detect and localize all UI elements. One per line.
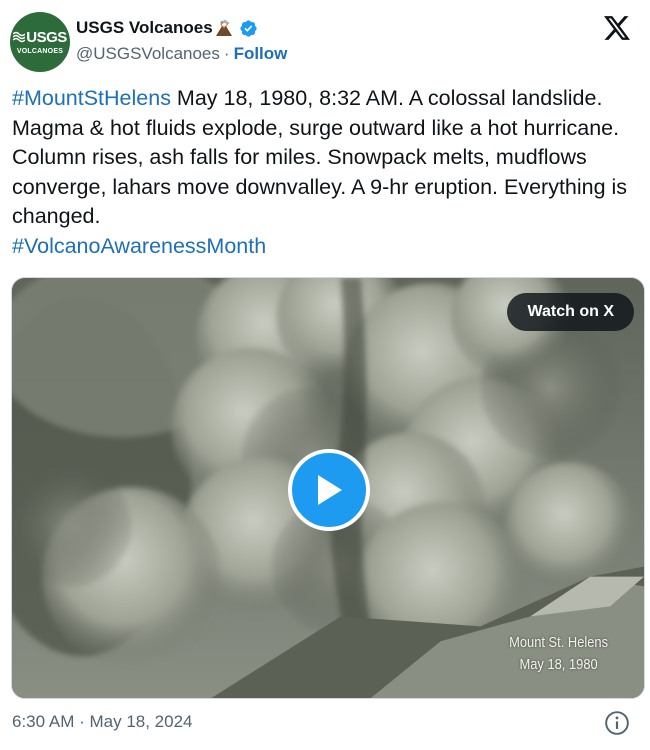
author-handle[interactable]: @USGSVolcanoes xyxy=(76,44,220,64)
tweet-text: #MountStHelens May 18, 1980, 8:32 AM. A … xyxy=(12,84,640,261)
tweet-timestamp[interactable]: 6:30 AM · May 18, 2024 xyxy=(12,712,193,732)
volcano-icon xyxy=(215,19,232,36)
video-caption: Mount St. Helens May 18, 1980 xyxy=(509,632,608,676)
separator-dot: · xyxy=(223,44,230,63)
caption-location: Mount St. Helens xyxy=(509,634,608,651)
watch-on-x-button[interactable]: Watch on X xyxy=(507,293,634,331)
caption-date: May 18, 1980 xyxy=(519,656,598,673)
avatar-logo-subtext: VOLCANOES xyxy=(16,47,64,55)
x-logo-icon[interactable] xyxy=(604,16,630,40)
play-button[interactable] xyxy=(288,449,370,531)
follow-button[interactable]: Follow xyxy=(234,44,288,64)
hashtag-mountsthelens[interactable]: #MountStHelens xyxy=(12,86,171,110)
avatar[interactable]: USGS VOLCANOES xyxy=(10,12,70,72)
verified-badge-icon xyxy=(240,19,257,37)
hashtag-volcanoawarenessmonth[interactable]: #VolcanoAwarenessMonth xyxy=(12,234,266,258)
tweet-card: USGS VOLCANOES USGS Volcanoes @USGSVolca… xyxy=(0,0,650,750)
video-media[interactable]: Watch on X Mount St. Helens May 18, 1980 xyxy=(11,277,645,699)
usgs-wave-icon xyxy=(13,31,26,43)
author-handle-row: @USGSVolcanoes · Follow xyxy=(76,44,287,64)
info-icon[interactable] xyxy=(604,710,630,736)
avatar-logo-text: USGS xyxy=(26,28,67,46)
author-display-name[interactable]: USGS Volcanoes xyxy=(76,18,213,38)
play-icon xyxy=(318,475,342,505)
author-name-row: USGS Volcanoes xyxy=(76,17,258,39)
